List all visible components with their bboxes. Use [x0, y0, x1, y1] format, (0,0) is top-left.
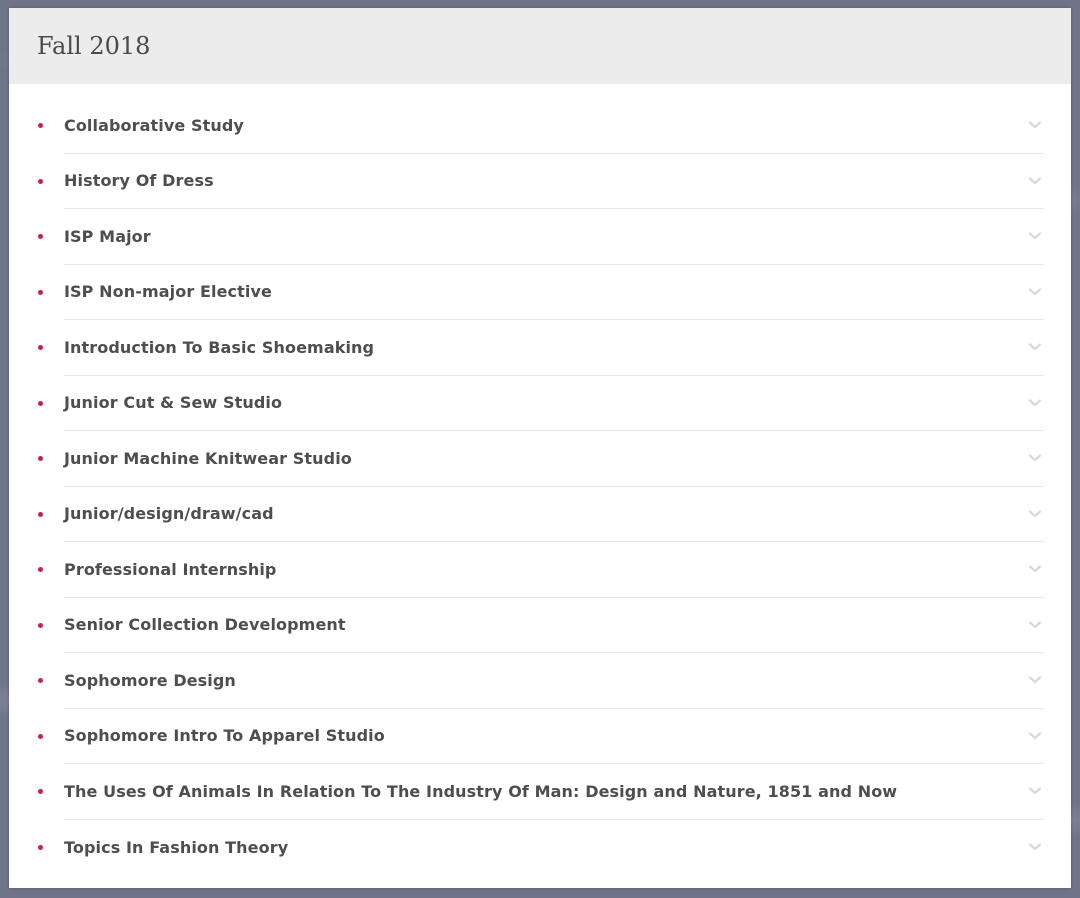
chevron-down-icon[interactable] — [1028, 673, 1042, 687]
course-item[interactable]: History Of Dress — [9, 154, 1071, 209]
course-item[interactable]: Sophomore Intro To Apparel Studio — [9, 709, 1071, 764]
course-item[interactable]: Junior Cut & Sew Studio — [9, 376, 1071, 431]
course-item[interactable]: The Uses Of Animals In Relation To The I… — [9, 764, 1071, 820]
bullet-icon — [38, 178, 43, 184]
course-row[interactable]: Junior/design/draw/cad — [64, 487, 1044, 542]
course-item[interactable]: Sophomore Design — [9, 653, 1071, 709]
chevron-down-icon[interactable] — [1028, 396, 1042, 410]
course-label[interactable]: History Of Dress — [64, 171, 214, 190]
bullet-icon — [38, 456, 43, 462]
course-label[interactable]: ISP Non-major Elective — [64, 282, 272, 301]
course-row[interactable]: Junior Machine Knitwear Studio — [64, 431, 1044, 487]
course-row[interactable]: Professional Internship — [64, 542, 1044, 598]
bullet-icon — [38, 289, 43, 295]
course-row[interactable]: Collaborative Study — [64, 98, 1044, 154]
course-row[interactable]: Topics In Fashion Theory — [64, 820, 1044, 876]
chevron-down-icon[interactable] — [1028, 618, 1042, 632]
course-label[interactable]: Junior Cut & Sew Studio — [64, 393, 282, 412]
chevron-down-icon[interactable] — [1028, 562, 1042, 576]
bullet-icon — [38, 511, 43, 517]
chevron-down-icon[interactable] — [1028, 840, 1042, 854]
course-label[interactable]: Professional Internship — [64, 560, 276, 579]
bullet-icon — [38, 678, 43, 684]
course-label[interactable]: Senior Collection Development — [64, 615, 346, 634]
bullet-icon — [38, 789, 43, 795]
course-row[interactable]: Senior Collection Development — [64, 598, 1044, 653]
course-row[interactable]: ISP Non-major Elective — [64, 265, 1044, 320]
bullet-icon — [38, 234, 43, 240]
course-list: Collaborative Study History Of Dress ISP… — [9, 84, 1071, 875]
chevron-down-icon[interactable] — [1028, 285, 1042, 299]
course-item[interactable]: ISP Non-major Elective — [9, 265, 1071, 320]
course-label[interactable]: The Uses Of Animals In Relation To The I… — [64, 782, 897, 801]
chevron-down-icon[interactable] — [1028, 229, 1042, 243]
course-row[interactable]: Sophomore Intro To Apparel Studio — [64, 709, 1044, 764]
chevron-down-icon[interactable] — [1028, 451, 1042, 465]
course-label[interactable]: Junior Machine Knitwear Studio — [64, 449, 352, 468]
course-item[interactable]: Junior/design/draw/cad — [9, 487, 1071, 542]
bullet-icon — [38, 733, 43, 739]
bullet-icon — [38, 844, 43, 850]
course-row[interactable]: ISP Major — [64, 209, 1044, 265]
section-title: Fall 2018 — [37, 32, 151, 60]
bullet-icon — [38, 400, 43, 406]
bullet-icon — [38, 345, 43, 351]
course-item[interactable]: Senior Collection Development — [9, 598, 1071, 653]
chevron-down-icon[interactable] — [1028, 340, 1042, 354]
course-item[interactable]: Professional Internship — [9, 542, 1071, 598]
bullet-icon — [38, 123, 43, 129]
course-label[interactable]: Introduction To Basic Shoemaking — [64, 338, 374, 357]
course-item[interactable]: ISP Major — [9, 209, 1071, 265]
course-label[interactable]: Junior/design/draw/cad — [64, 504, 274, 523]
chevron-down-icon[interactable] — [1028, 118, 1042, 132]
chevron-down-icon[interactable] — [1028, 784, 1042, 798]
course-row[interactable]: Sophomore Design — [64, 653, 1044, 709]
course-label[interactable]: Topics In Fashion Theory — [64, 838, 288, 857]
course-item[interactable]: Topics In Fashion Theory — [9, 820, 1071, 876]
course-panel: Fall 2018 Collaborative Study History Of… — [9, 8, 1071, 888]
chevron-down-icon[interactable] — [1028, 174, 1042, 188]
course-label[interactable]: Sophomore Design — [64, 671, 236, 690]
course-row[interactable]: The Uses Of Animals In Relation To The I… — [64, 764, 1044, 820]
course-row[interactable]: Introduction To Basic Shoemaking — [64, 320, 1044, 376]
course-item[interactable]: Introduction To Basic Shoemaking — [9, 320, 1071, 376]
course-label[interactable]: ISP Major — [64, 227, 151, 246]
course-row[interactable]: History Of Dress — [64, 154, 1044, 209]
panel-header: Fall 2018 — [9, 8, 1071, 84]
course-item[interactable]: Collaborative Study — [9, 98, 1071, 154]
bullet-icon — [38, 567, 43, 573]
bullet-icon — [38, 622, 43, 628]
course-label[interactable]: Sophomore Intro To Apparel Studio — [64, 726, 385, 745]
course-row[interactable]: Junior Cut & Sew Studio — [64, 376, 1044, 431]
course-label[interactable]: Collaborative Study — [64, 116, 244, 135]
chevron-down-icon[interactable] — [1028, 729, 1042, 743]
course-item[interactable]: Junior Machine Knitwear Studio — [9, 431, 1071, 487]
chevron-down-icon[interactable] — [1028, 507, 1042, 521]
